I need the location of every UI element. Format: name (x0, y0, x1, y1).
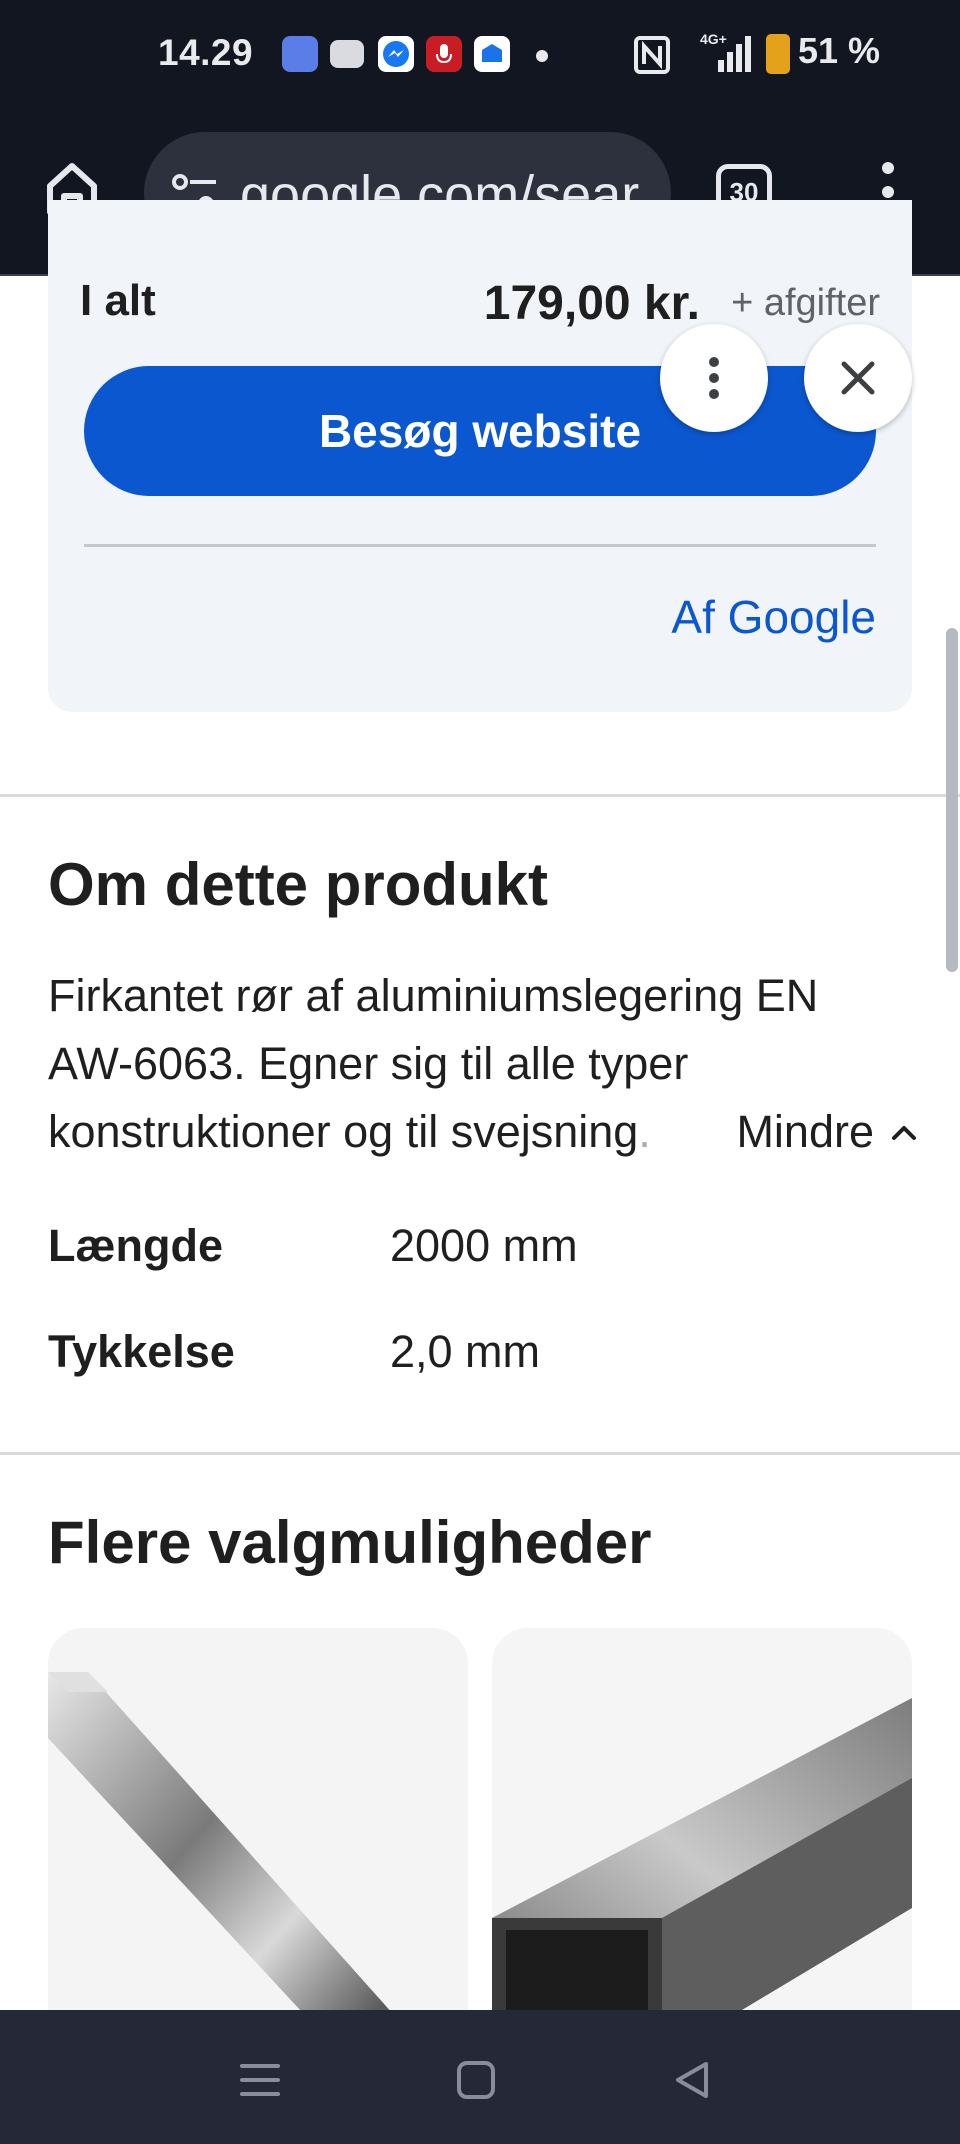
app-notification-icon (282, 36, 318, 72)
battery-icon (766, 34, 790, 74)
total-row: I alt 179,00 kr. + afgifter (80, 276, 880, 336)
spec-key: Tykkelse (48, 1326, 235, 1377)
more-options-button[interactable] (660, 324, 768, 432)
chevron-up-icon (892, 1126, 916, 1140)
more-notifications-dot (536, 50, 548, 62)
fees-label: + afgifter (731, 282, 880, 324)
description-line: Firkantet rør af aluminiumslegering EN (48, 970, 819, 1021)
spec-value: 2,0 mm (390, 1326, 541, 1377)
product-description: Firkantet rør af aluminiumslegering EN A… (48, 962, 918, 1166)
back-icon (676, 2062, 708, 2098)
page-scrollbar[interactable] (946, 628, 958, 972)
messenger-icon (378, 36, 414, 72)
spec-key: Længde (48, 1220, 223, 1271)
price-card: I alt 179,00 kr. + afgifter Besøg websit… (48, 200, 912, 712)
by-google-link[interactable]: Af Google (671, 590, 876, 644)
more-options-heading: Flere valgmuligheder (48, 1509, 652, 1576)
battery-level: 51 % (798, 30, 881, 71)
show-less-button[interactable]: Mindre (706, 1098, 918, 1166)
section-divider (0, 1452, 960, 1455)
spec-row: Tykkelse 2,0 mm (48, 1326, 918, 1386)
svg-text:4G+: 4G+ (700, 31, 727, 47)
show-less-label: Mindre (736, 1106, 874, 1157)
signal-icon: 4G+ (700, 30, 752, 74)
total-label: I alt (80, 276, 156, 325)
system-navigation-bar (0, 2010, 960, 2144)
recorder-icon (426, 36, 462, 72)
description-text: konstruktioner og til svejsning (48, 1106, 639, 1157)
menu-dot (882, 186, 894, 198)
close-button[interactable] (804, 324, 912, 432)
spec-value: 2000 mm (390, 1220, 578, 1271)
spec-row: Længde 2000 mm (48, 1220, 918, 1280)
back-button[interactable] (652, 2040, 732, 2120)
total-price: 179,00 kr. (483, 277, 700, 330)
wallet-icon (330, 40, 364, 68)
status-time: 14.29 (158, 32, 254, 73)
home-nav-button[interactable] (436, 2040, 516, 2120)
close-icon (841, 361, 875, 395)
recents-button[interactable] (220, 2040, 300, 2120)
description-line: AW-6063. Egner sig til alle typer (48, 1038, 689, 1089)
mail-app-icon (474, 36, 510, 72)
divider (84, 544, 876, 547)
more-vert-icon (709, 357, 719, 399)
about-product-heading: Om dette produkt (48, 851, 549, 918)
nfc-icon (634, 36, 670, 74)
description-fade: . (638, 1106, 651, 1157)
section-divider (0, 794, 960, 797)
home-nav-icon (457, 2061, 495, 2099)
recents-icon (240, 2064, 280, 2096)
menu-dot (882, 162, 894, 174)
status-bar: 14.29 4G+ 51 % (0, 0, 960, 112)
